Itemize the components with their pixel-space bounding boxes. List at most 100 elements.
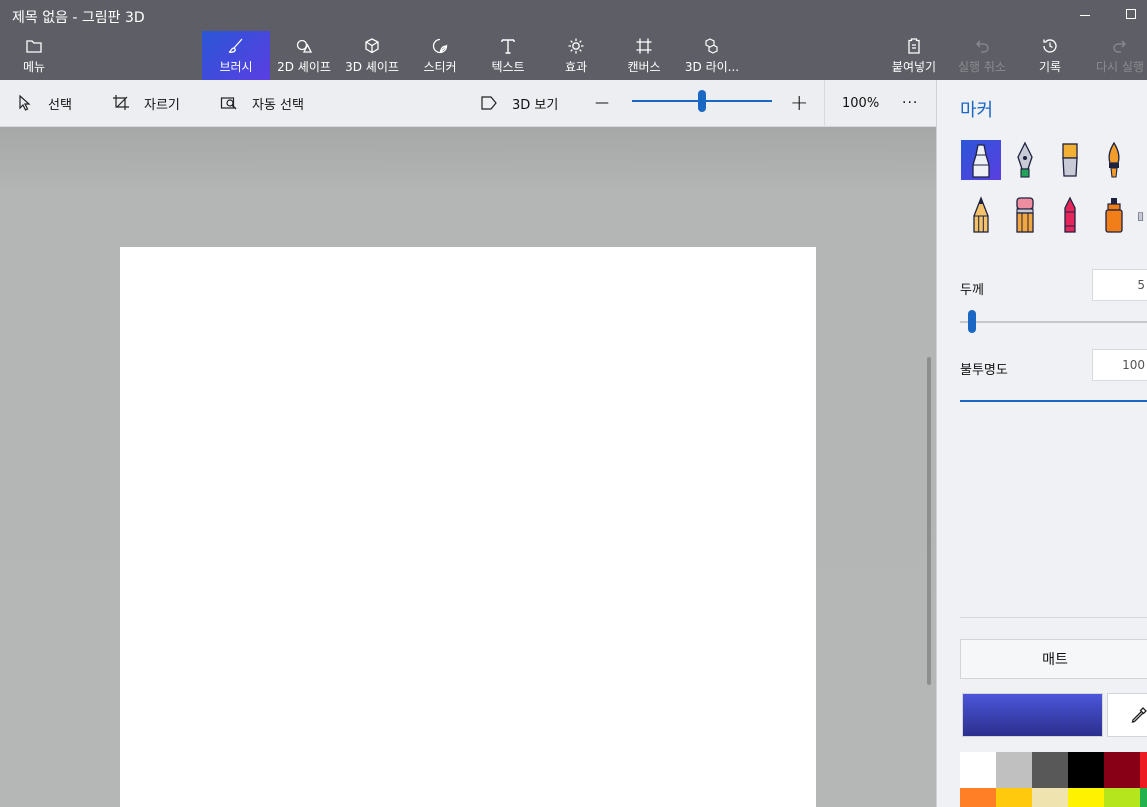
thickness-input[interactable]: 5 — [1092, 269, 1147, 301]
zoom-percent[interactable]: 100% — [842, 80, 879, 126]
history-label: 기록 — [1038, 60, 1062, 74]
calligraphy-pen-icon — [1017, 141, 1033, 178]
shapes-2d-icon — [296, 39, 313, 53]
thickness-slider-track[interactable] — [960, 321, 1147, 323]
tab-text-label: 텍스트 — [491, 60, 525, 74]
redo-icon — [1113, 40, 1126, 53]
view-3d-button[interactable]: 3D 보기 — [480, 80, 558, 126]
eyedropper-icon — [1131, 707, 1147, 723]
crop-icon — [113, 95, 129, 110]
tab-effects[interactable]: 효과 — [552, 31, 600, 80]
3d-library-icon — [705, 38, 718, 54]
tab-3d-library-label: 3D 라이... — [684, 60, 740, 74]
undo-label: 실행 취소 — [958, 60, 1006, 74]
window-title: 제목 없음 - 그림판 3D — [12, 10, 145, 26]
cube-icon — [365, 38, 379, 54]
menu-button[interactable]: 메뉴 — [14, 31, 54, 80]
brush-eraser[interactable] — [1005, 195, 1045, 235]
brush-pencil[interactable] — [961, 195, 1001, 235]
maximize-button[interactable] — [1126, 9, 1136, 19]
brush-pixel-pen[interactable] — [1137, 195, 1147, 235]
panel-title: 마커 — [960, 100, 994, 121]
tab-text[interactable]: 텍스트 — [478, 31, 538, 80]
tab-2d-shapes-label: 2D 셰이프 — [277, 60, 331, 74]
current-color-swatch[interactable] — [962, 693, 1103, 737]
brush-watercolor[interactable] — [1094, 140, 1134, 180]
tab-canvas[interactable]: 캔버스 — [618, 31, 670, 80]
ribbon: 제목 없음 - 그림판 3D 메뉴 브러시 2D 셰이프 3D 셰이프 스티커 … — [0, 0, 1147, 80]
more-icon: ··· — [902, 95, 919, 111]
brush-calligraphy-pen[interactable] — [1005, 140, 1045, 180]
undo-icon — [976, 40, 989, 53]
opacity-slider-track[interactable] — [960, 400, 1147, 402]
matte-button[interactable]: 매트 — [960, 639, 1147, 679]
vertical-scrollbar[interactable] — [927, 357, 931, 685]
eraser-icon — [1016, 197, 1034, 233]
magic-select-tool[interactable]: 자동 선택 — [220, 80, 304, 126]
palette-swatch[interactable] — [1104, 752, 1140, 788]
paste-icon — [908, 38, 920, 54]
brush-icon — [228, 38, 243, 53]
drawing-canvas[interactable] — [120, 247, 816, 807]
tab-brushes[interactable]: 브러시 — [202, 31, 270, 80]
more-button[interactable]: ··· — [902, 80, 918, 126]
select-tool[interactable]: 선택 — [16, 80, 72, 126]
canvas-area — [0, 127, 936, 807]
palette-swatch[interactable] — [996, 752, 1032, 788]
eyedropper-button[interactable] — [1107, 693, 1147, 737]
matte-label: 매트 — [1042, 652, 1068, 668]
palette-swatch[interactable] — [1032, 752, 1068, 788]
brush-panel: 마커 두께 5 불투명도 100 매트 — [936, 80, 1147, 807]
sun-icon — [568, 38, 584, 54]
brush-spray-can[interactable] — [1094, 195, 1134, 235]
palette-swatch[interactable] — [1104, 788, 1140, 807]
crop-tool[interactable]: 자르기 — [112, 80, 180, 126]
opacity-label: 불투명도 — [960, 363, 1008, 378]
brush-oil[interactable] — [1050, 140, 1090, 180]
redo-button[interactable]: 다시 실행 — [1090, 31, 1147, 80]
text-icon — [501, 39, 515, 54]
tab-3d-shapes[interactable]: 3D 셰이프 — [340, 31, 404, 80]
tab-2d-shapes[interactable]: 2D 셰이프 — [272, 31, 336, 80]
folder-icon — [26, 40, 42, 53]
marker-icon — [972, 144, 990, 178]
history-icon — [1043, 39, 1057, 53]
pencil-icon — [973, 196, 989, 233]
crayon-icon — [1064, 196, 1076, 233]
paste-label: 붙여넣기 — [891, 60, 937, 74]
palette-swatch[interactable] — [1068, 752, 1104, 788]
thickness-slider-thumb[interactable] — [968, 310, 976, 333]
magic-select-label: 자동 선택 — [252, 97, 304, 113]
history-button[interactable]: 기록 — [1028, 31, 1072, 80]
view-3d-icon — [481, 96, 497, 110]
opacity-input[interactable]: 100 — [1092, 349, 1147, 381]
tab-3d-shapes-label: 3D 셰이프 — [345, 60, 399, 74]
tab-3d-library[interactable]: 3D 라이... — [682, 31, 742, 80]
palette-swatch[interactable] — [1068, 788, 1104, 807]
zoom-out-button[interactable]: — — [595, 80, 609, 126]
brush-marker[interactable] — [961, 140, 1001, 180]
select-label: 선택 — [48, 97, 72, 113]
zoom-in-label: + — [790, 90, 809, 116]
zoom-out-label: — — [595, 95, 609, 111]
minimize-button[interactable] — [1080, 15, 1090, 16]
zoom-in-button[interactable]: + — [790, 80, 808, 126]
palette-swatch[interactable] — [1140, 788, 1147, 807]
cursor-icon — [19, 94, 31, 111]
palette-swatch[interactable] — [1032, 788, 1068, 807]
panel-divider — [960, 617, 1147, 618]
brush-crayon[interactable] — [1050, 195, 1090, 235]
undo-button[interactable]: 실행 취소 — [952, 31, 1012, 80]
palette-swatch[interactable] — [1140, 752, 1147, 788]
palette-swatch[interactable] — [960, 788, 996, 807]
zoom-percent-label: 100% — [842, 95, 880, 111]
redo-label: 다시 실행 — [1096, 60, 1144, 74]
oil-brush-icon — [1062, 143, 1078, 177]
watercolor-icon — [1108, 141, 1120, 178]
zoom-slider-thumb[interactable] — [698, 90, 706, 112]
palette-swatch[interactable] — [960, 752, 996, 788]
paste-button[interactable]: 붙여넣기 — [888, 31, 940, 80]
palette-swatch[interactable] — [996, 788, 1032, 807]
tab-stickers-label: 스티커 — [423, 60, 457, 74]
tab-stickers[interactable]: 스티커 — [412, 31, 468, 80]
